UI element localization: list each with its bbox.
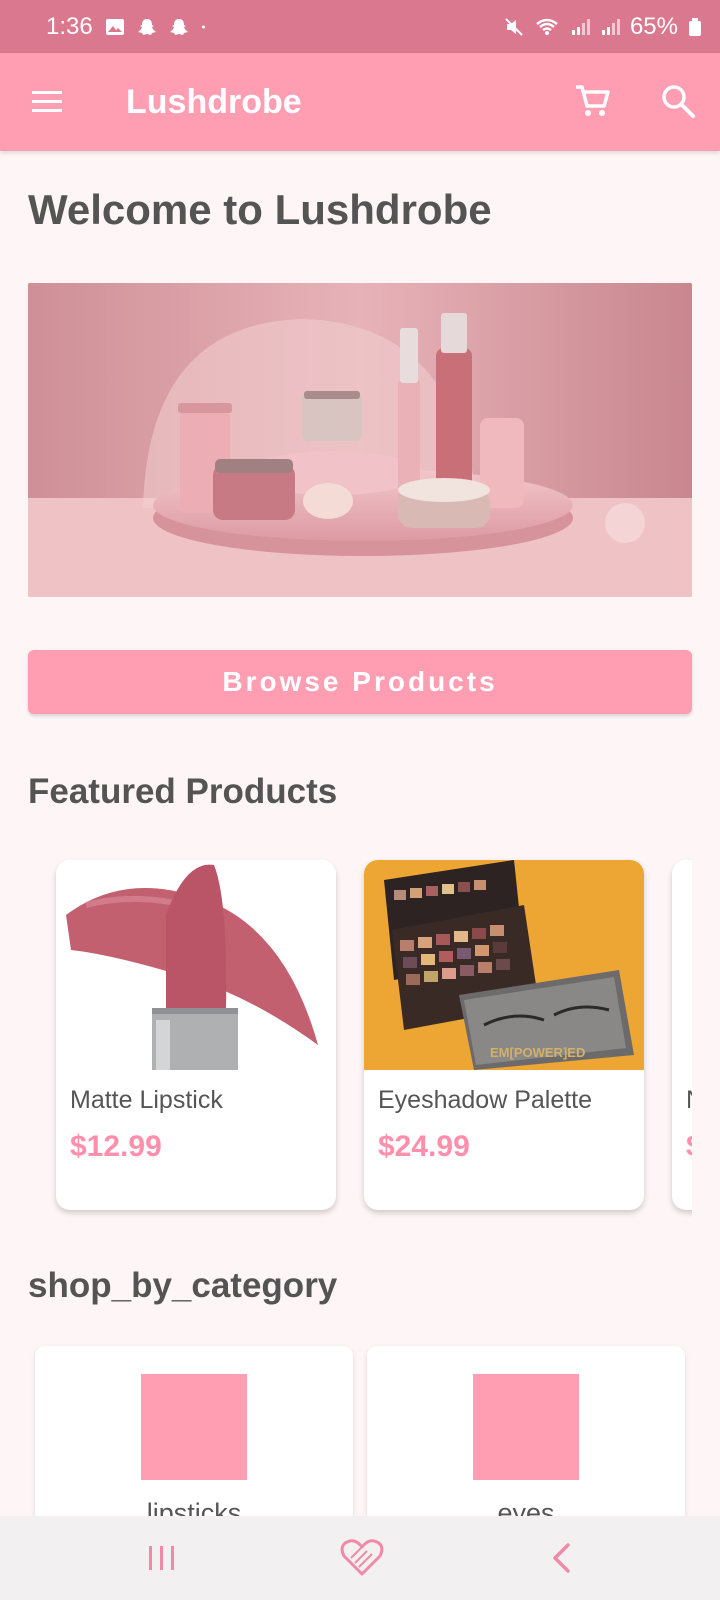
system-nav-bar xyxy=(0,1516,720,1600)
home-heart-icon[interactable] xyxy=(339,1536,385,1580)
shop-by-category-heading: shop_by_category xyxy=(28,1266,338,1305)
wifi-icon xyxy=(536,18,558,35)
search-icon[interactable] xyxy=(658,81,698,121)
lipstick-image xyxy=(56,860,336,1070)
product-card-partial[interactable]: N $ xyxy=(672,860,692,1210)
recent-apps-icon[interactable] xyxy=(140,1536,184,1580)
mute-icon xyxy=(505,17,523,36)
product-price: $ xyxy=(686,1130,692,1164)
eyeshadow-palette-image: EM[POWER]ED xyxy=(364,860,644,1070)
hero-banner-image xyxy=(28,283,692,597)
back-icon[interactable] xyxy=(540,1536,584,1580)
product-image xyxy=(672,860,692,1070)
browse-products-button[interactable]: Browse Products xyxy=(28,650,692,714)
battery-icon xyxy=(689,17,701,36)
product-card-eyeshadow-palette[interactable]: EM[POWER]ED Eyeshadow Palette $24.99 xyxy=(364,860,644,1210)
signal-icon xyxy=(571,18,590,35)
status-bar: 1:36 65% xyxy=(0,0,720,53)
product-name: Eyeshadow Palette xyxy=(378,1086,593,1114)
product-name: Matte Lipstick xyxy=(70,1086,223,1114)
product-name: N xyxy=(686,1086,692,1115)
cart-icon[interactable] xyxy=(572,81,612,121)
category-image-placeholder xyxy=(473,1374,579,1480)
featured-products-carousel[interactable]: Matte Lipstick $12.99 EM[POWER]ED Eyesha… xyxy=(28,850,692,1220)
product-card-matte-lipstick[interactable]: Matte Lipstick $12.99 xyxy=(56,860,336,1210)
battery-percent: 65% xyxy=(629,12,678,40)
featured-products-heading: Featured Products xyxy=(28,772,338,811)
category-image-placeholder xyxy=(141,1374,247,1480)
menu-icon[interactable] xyxy=(30,87,64,117)
product-price: $24.99 xyxy=(378,1130,470,1163)
app-title: Lushdrobe xyxy=(126,83,302,121)
product-price: $12.99 xyxy=(70,1130,162,1163)
welcome-heading: Welcome to Lushdrobe xyxy=(28,186,492,233)
svg-text:EM[POWER]ED: EM[POWER]ED xyxy=(490,1045,585,1060)
app-bar: Lushdrobe xyxy=(0,53,720,151)
dot-icon xyxy=(201,25,205,28)
snapchat-icon xyxy=(169,18,188,35)
gallery-icon xyxy=(105,18,124,35)
signal-icon xyxy=(601,18,620,35)
status-time: 1:36 xyxy=(46,12,93,40)
snapchat-icon xyxy=(137,18,156,35)
